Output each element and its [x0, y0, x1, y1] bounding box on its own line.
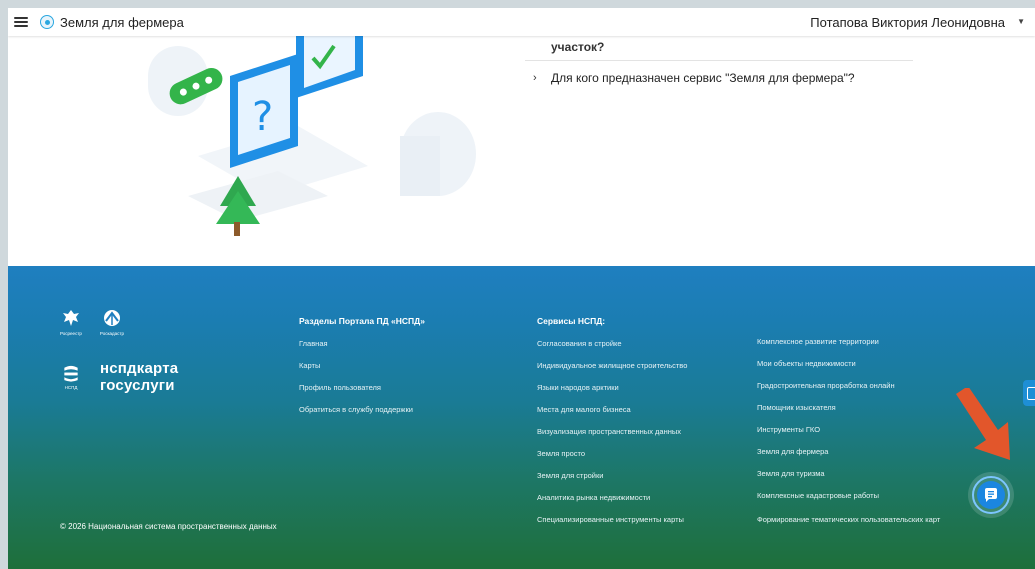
service-link[interactable]: Индивидуальное жилищное строительство — [537, 362, 687, 376]
services-title: Сервисы НСПД: — [537, 316, 606, 326]
service-link[interactable]: Согласования в стройке — [537, 340, 687, 354]
service-link[interactable]: Градостроительная проработка онлайн — [757, 382, 967, 396]
service-link[interactable]: Инструменты ГКО — [757, 426, 967, 440]
svg-text:?: ? — [252, 94, 273, 140]
portal-sections-title: Разделы Портала ПД «НСПД» — [299, 316, 425, 326]
service-link[interactable]: Земля для туризма — [757, 470, 967, 484]
services-column-1: Сервисы НСПД: Согласования в стройке Инд… — [537, 316, 687, 538]
top-bar: Земля для фермера Потапова Виктория Леон… — [8, 8, 1035, 36]
main-content: ? участок? › Для кого предназначен серви… — [8, 36, 1035, 266]
faq-item-label: Для кого предназначен сервис "Земля для … — [551, 71, 855, 85]
footer-link[interactable]: Главная — [299, 340, 425, 354]
service-link[interactable]: Аналитика рынка недвижимости — [537, 494, 687, 508]
nspd-brand-line1: нспдкарта — [100, 360, 179, 377]
service-link[interactable]: Земля для фермера — [757, 448, 967, 462]
chevron-down-icon[interactable]: ▼ — [1017, 17, 1025, 26]
faq-item-partial[interactable]: участок? — [525, 36, 913, 61]
copyright: © 2026 Национальная система пространстве… — [60, 522, 277, 531]
footer: Росреестр Роскадастр НСПД нспдкарта госу… — [8, 266, 1035, 569]
nspd-brand[interactable]: НСПД нспдкарта госуслуги — [60, 360, 178, 394]
roskadastr-logo[interactable]: Роскадастр — [100, 308, 124, 336]
service-link[interactable]: Земля просто — [537, 450, 687, 464]
service-link[interactable]: Места для малого бизнеса — [537, 406, 687, 420]
nspd-brand-line2: госуслуги — [100, 377, 175, 394]
service-link[interactable]: Комплексное развитие территории — [757, 338, 967, 352]
faq-illustration: ? — [148, 36, 476, 236]
faq-list: участок? › Для кого предназначен сервис … — [525, 36, 913, 95]
service-link[interactable]: Комплексные кадастровые работы — [757, 492, 967, 506]
menu-icon[interactable] — [14, 17, 28, 27]
side-panel-tab-icon[interactable] — [1023, 380, 1035, 406]
footer-link[interactable]: Обратиться в службу поддержки — [299, 406, 425, 420]
roskadastr-emblem-icon — [103, 310, 120, 326]
service-link[interactable]: Помощник изыскателя — [757, 404, 967, 418]
chat-icon — [977, 481, 1005, 509]
service-link[interactable]: Мои объекты недвижимости — [757, 360, 967, 374]
chevron-right-icon: › — [533, 72, 537, 84]
service-link[interactable]: Земля для стройки — [537, 472, 687, 486]
app-title[interactable]: Земля для фермера — [60, 15, 184, 30]
arrow-pointer-icon — [956, 388, 1010, 460]
faq-item[interactable]: › Для кого предназначен сервис "Земля дл… — [525, 61, 913, 95]
footer-link[interactable]: Профиль пользователя — [299, 384, 425, 398]
chat-button[interactable] — [968, 472, 1014, 518]
user-menu[interactable]: Потапова Виктория Леонидовна — [810, 15, 1005, 30]
nspd-logo-icon: НСПД — [60, 364, 82, 390]
service-link[interactable]: Языки народов арктики — [537, 384, 687, 398]
service-link[interactable]: Формирование тематических пользовательск… — [757, 514, 967, 525]
service-link[interactable]: Специализированные инструменты карты — [537, 516, 687, 530]
services-column-2: Комплексное развитие территории Мои объе… — [757, 338, 967, 533]
portal-sections: Разделы Портала ПД «НСПД» Главная Карты … — [299, 316, 425, 428]
page-frame: Земля для фермера Потапова Виктория Леон… — [8, 8, 1035, 569]
service-link[interactable]: Визуализация пространственных данных — [537, 428, 687, 442]
footer-link[interactable]: Карты — [299, 362, 425, 376]
partner-logos: Росреестр Роскадастр — [60, 308, 124, 336]
rosreestr-logo[interactable]: Росреестр — [60, 308, 82, 336]
app-logo-icon — [40, 15, 54, 29]
eagle-emblem-icon — [62, 310, 79, 326]
